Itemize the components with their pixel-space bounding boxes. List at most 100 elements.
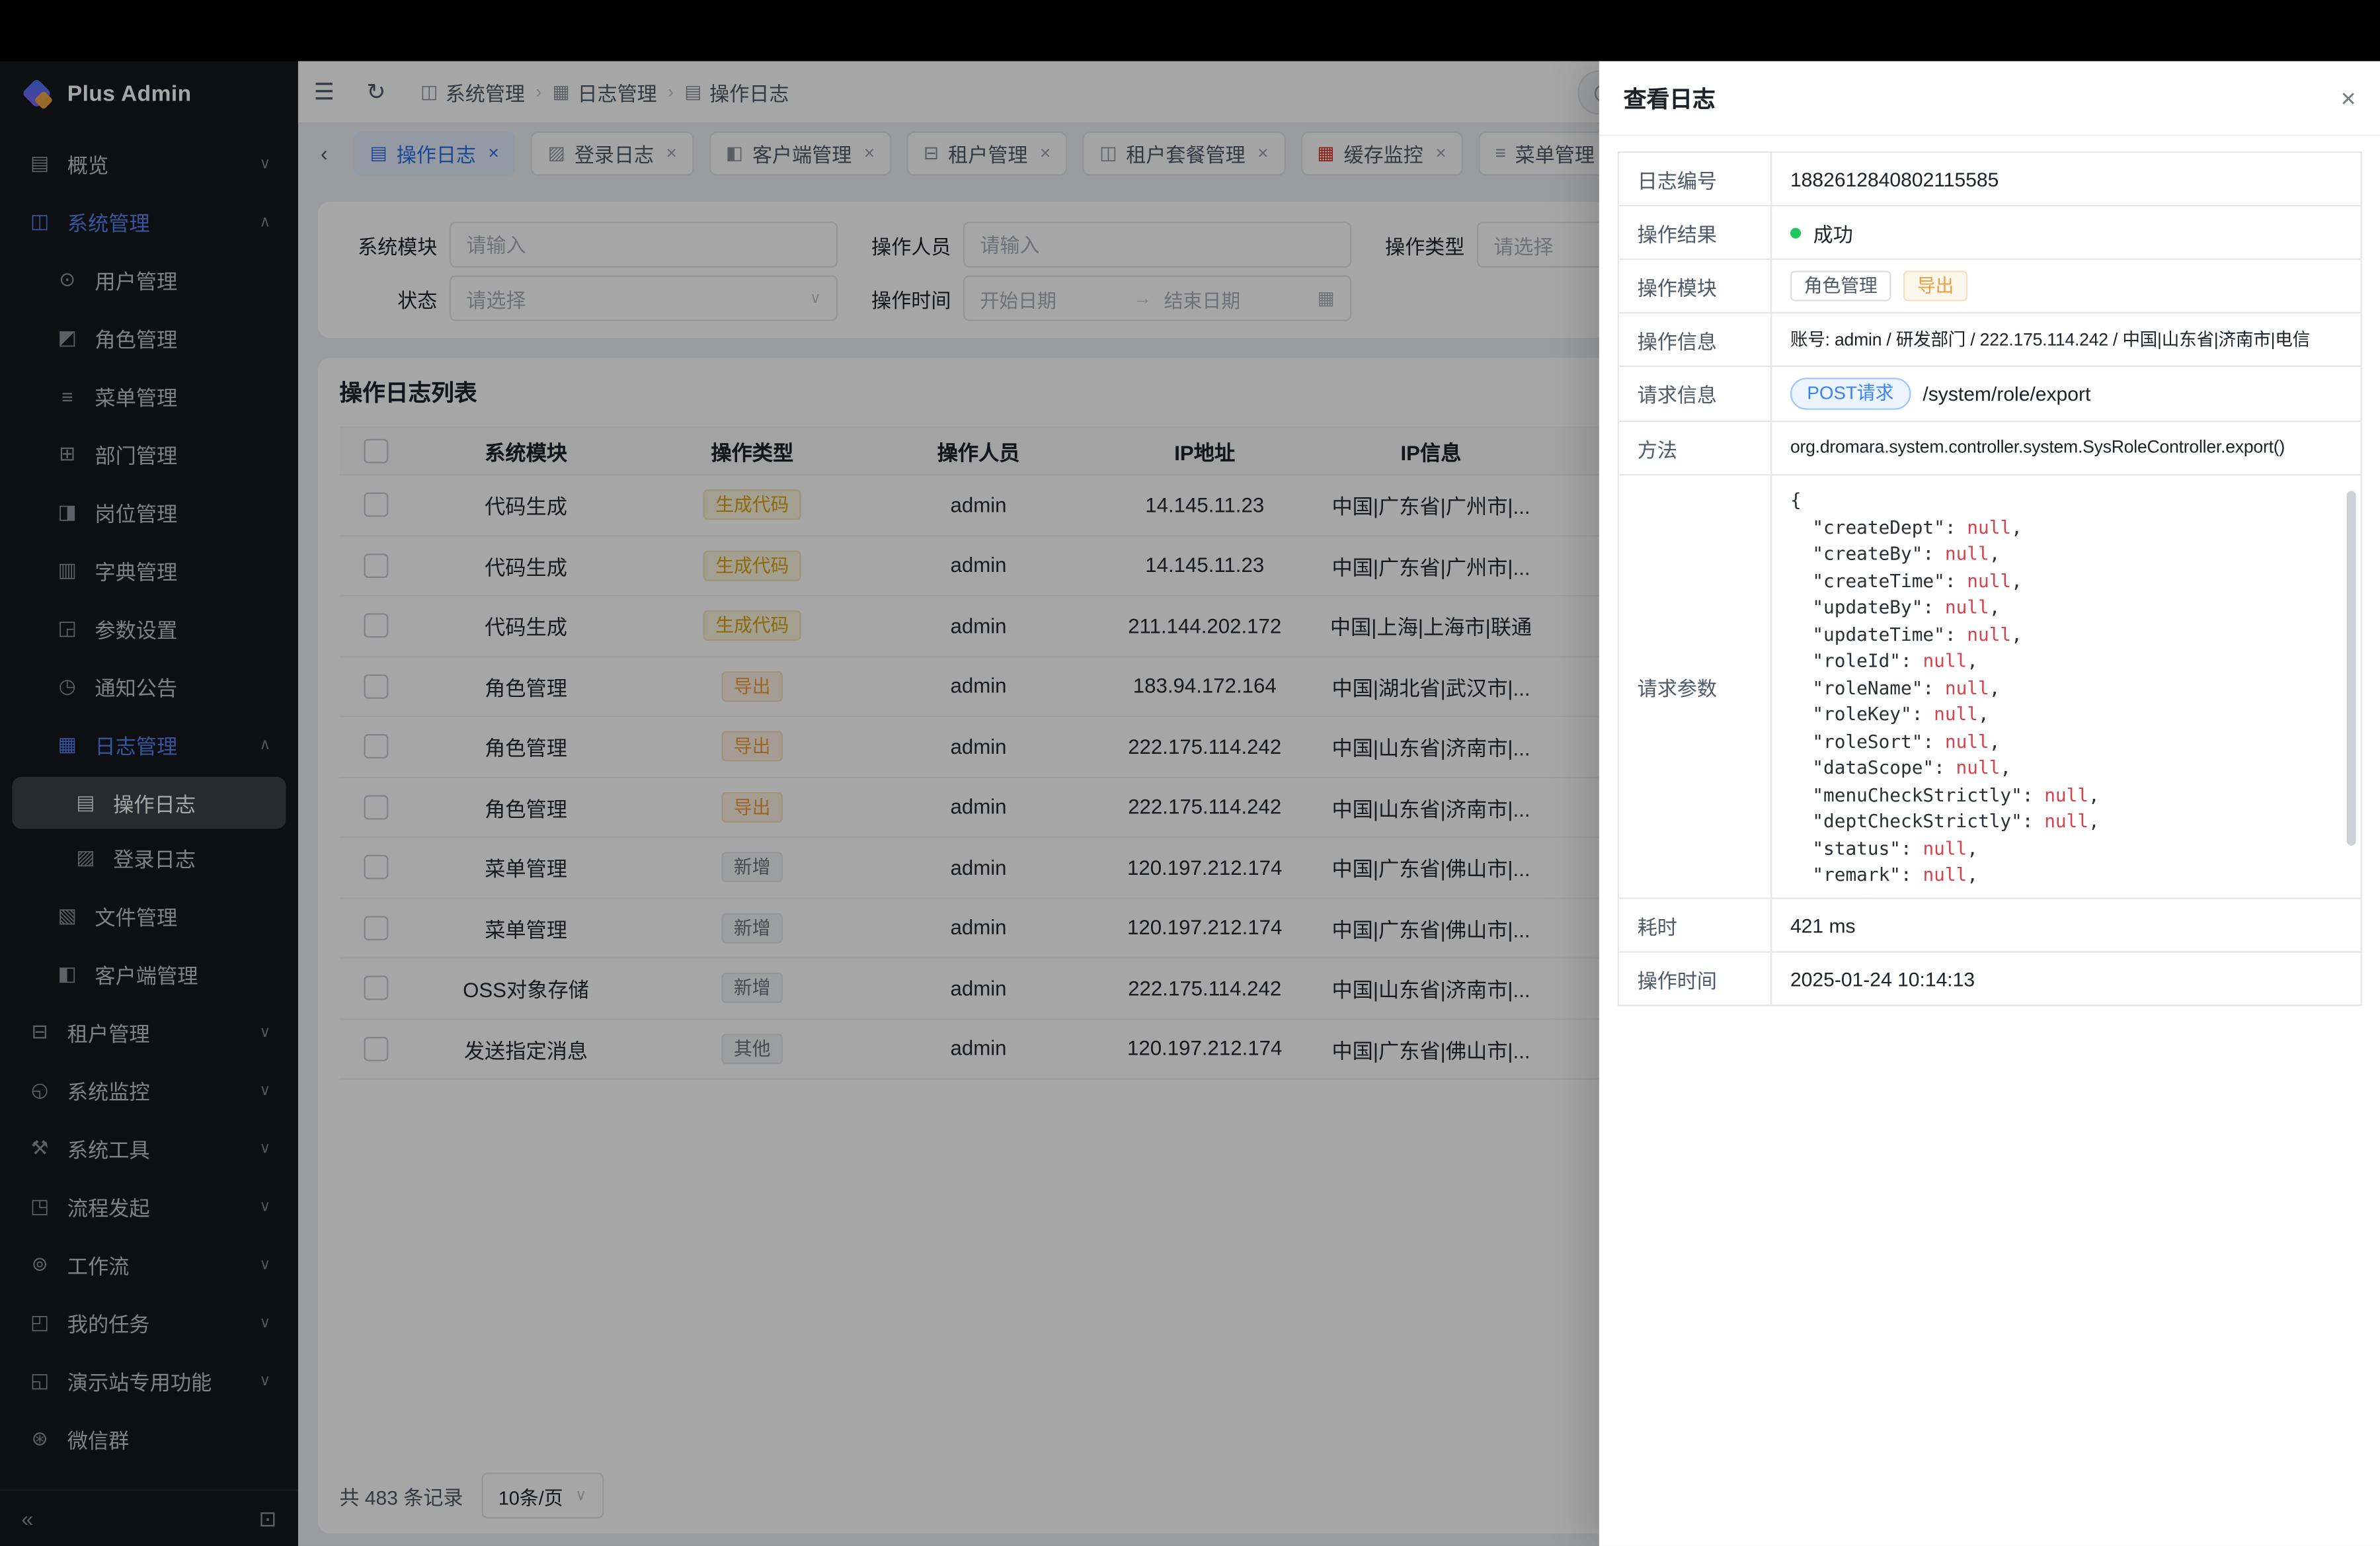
result-text: 成功: [1813, 218, 1853, 247]
json-line: "createBy": null,: [1790, 542, 2361, 568]
json-colon: :: [1901, 650, 1923, 671]
json-colon: :: [1923, 543, 1944, 564]
drawer-header: 查看日志 ×: [1599, 61, 2380, 136]
json-key: "roleId": [1790, 650, 1901, 671]
log-detail-table: 日志编号 1882612840802115585 操作结果 成功 操作模块 角色…: [1618, 151, 2362, 1006]
json-value: null: [1945, 676, 1989, 698]
json-comma: ,: [1989, 676, 2001, 698]
json-line: "roleId": null,: [1790, 649, 2361, 675]
result-value: 成功: [1772, 206, 2360, 259]
top-strip: [0, 0, 2380, 61]
info-value: 账号: admin / 研发部门 / 222.175.114.242 / 中国|…: [1772, 313, 2360, 366]
json-value: null: [1923, 650, 1967, 671]
json-colon: :: [1934, 757, 1956, 778]
detail-row-info: 操作信息 账号: admin / 研发部门 / 222.175.114.242 …: [1619, 313, 2361, 367]
json-comma: ,: [1967, 864, 1978, 885]
detail-row-op-time: 操作时间 2025-01-24 10:14:13: [1619, 953, 2361, 1005]
close-icon[interactable]: ×: [2341, 85, 2356, 110]
json-key: "roleSort": [1790, 730, 1923, 751]
result-label: 操作结果: [1619, 206, 1772, 259]
json-key: "updateBy": [1790, 596, 1923, 618]
json-line: "deptCheckStrictly": null,: [1790, 809, 2361, 835]
json-line: "updateTime": null,: [1790, 622, 2361, 648]
json-key: "menuCheckStrictly": [1790, 784, 2022, 805]
json-comma: ,: [1967, 650, 1978, 671]
json-value: null: [1945, 730, 1989, 751]
json-key: "status": [1790, 837, 1901, 858]
view-log-drawer: 查看日志 × 日志编号 1882612840802115585 操作结果 成功 …: [1599, 61, 2380, 1546]
json-value: null: [1923, 837, 1967, 858]
json-comma: ,: [1978, 704, 1989, 725]
module-label: 操作模块: [1619, 260, 1772, 312]
module-value: 角色管理 导出: [1772, 260, 2360, 312]
json-key: "createTime": [1790, 569, 1945, 590]
detail-row-result: 操作结果 成功: [1619, 206, 2361, 260]
info-label: 操作信息: [1619, 313, 1772, 366]
detail-row-method: 方法 org.dromara.system.controller.system.…: [1619, 422, 2361, 475]
json-line: "status": null,: [1790, 836, 2361, 862]
json-value: null: [1967, 623, 2011, 644]
drawer-body: 日志编号 1882612840802115585 操作结果 成功 操作模块 角色…: [1599, 136, 2380, 1546]
json-colon: :: [2022, 784, 2044, 805]
log-id-label: 日志编号: [1619, 153, 1772, 205]
json-colon: :: [1901, 864, 1923, 885]
params-label: 请求参数: [1619, 475, 1772, 897]
method-label: 方法: [1619, 422, 1772, 474]
request-label: 请求信息: [1619, 367, 1772, 421]
json-key: "deptCheckStrictly": [1790, 811, 2022, 832]
json-line: "updateBy": null,: [1790, 595, 2361, 622]
json-colon: :: [1945, 569, 1967, 590]
json-colon: :: [1945, 623, 1967, 644]
detail-row-params: 请求参数 { "createDept": null, "createBy": n…: [1619, 475, 2361, 899]
json-comma: ,: [2088, 811, 2100, 832]
json-colon: :: [1912, 704, 1934, 725]
json-value: null: [1967, 516, 2011, 537]
detail-row-duration: 耗时 421 ms: [1619, 899, 2361, 953]
json-key: "createDept": [1790, 516, 1945, 537]
json-key: "remark": [1790, 864, 1901, 885]
log-id-value: 1882612840802115585: [1772, 153, 2360, 205]
detail-row-request: 请求信息 POST请求 /system/role/export: [1619, 367, 2361, 422]
json-comma: ,: [1989, 543, 2001, 564]
success-dot-icon: [1790, 227, 1801, 237]
json-comma: ,: [2000, 757, 2011, 778]
json-line: "createTime": null,: [1790, 568, 2361, 594]
drawer-title: 查看日志: [1624, 82, 1716, 114]
post-method-tag: POST请求: [1790, 378, 1911, 410]
method-value: org.dromara.system.controller.system.Sys…: [1772, 422, 2360, 474]
json-line: "roleName": null,: [1790, 675, 2361, 702]
json-colon: :: [1923, 676, 1944, 698]
json-comma: ,: [2011, 516, 2022, 537]
duration-value: 421 ms: [1772, 899, 2360, 952]
json-value: null: [1956, 757, 2001, 778]
json-comma: ,: [2011, 623, 2022, 644]
detail-row-module: 操作模块 角色管理 导出: [1619, 260, 2361, 313]
json-line: "dataScope": null,: [1790, 755, 2361, 782]
module-tag: 角色管理: [1790, 270, 1891, 301]
json-line: "roleKey": null,: [1790, 702, 2361, 728]
screen: Plus Admin ▤概览∨◫系统管理∧⊙用户管理◩角色管理≡菜单管理⊞部门管…: [0, 0, 2380, 1546]
op-time-label: 操作时间: [1619, 953, 1772, 1005]
json-line: "createDept": null,: [1790, 514, 2361, 541]
json-comma: ,: [1989, 730, 2001, 751]
json-value: null: [1923, 864, 1967, 885]
params-value: { "createDept": null, "createBy": null, …: [1772, 475, 2360, 897]
json-value: null: [1945, 543, 1989, 564]
json-value: null: [2044, 784, 2088, 805]
json-value: null: [1967, 569, 2011, 590]
json-key: "dataScope": [1790, 757, 1934, 778]
json-line: "remark": null,: [1790, 862, 2361, 889]
json-colon: :: [1901, 837, 1923, 858]
duration-label: 耗时: [1619, 899, 1772, 952]
op-time-value: 2025-01-24 10:14:13: [1772, 953, 2360, 1005]
json-key: "createBy": [1790, 543, 1923, 564]
json-scrollbar[interactable]: [2347, 491, 2356, 846]
json-comma: ,: [1989, 596, 2001, 618]
json-key: "updateTime": [1790, 623, 1945, 644]
json-line: "roleSort": null,: [1790, 729, 2361, 755]
detail-row-log-id: 日志编号 1882612840802115585: [1619, 153, 2361, 206]
json-comma: ,: [1967, 837, 1978, 858]
action-tag: 导出: [1903, 270, 1967, 301]
json-line: {: [1790, 488, 2361, 514]
json-colon: :: [2022, 811, 2044, 832]
